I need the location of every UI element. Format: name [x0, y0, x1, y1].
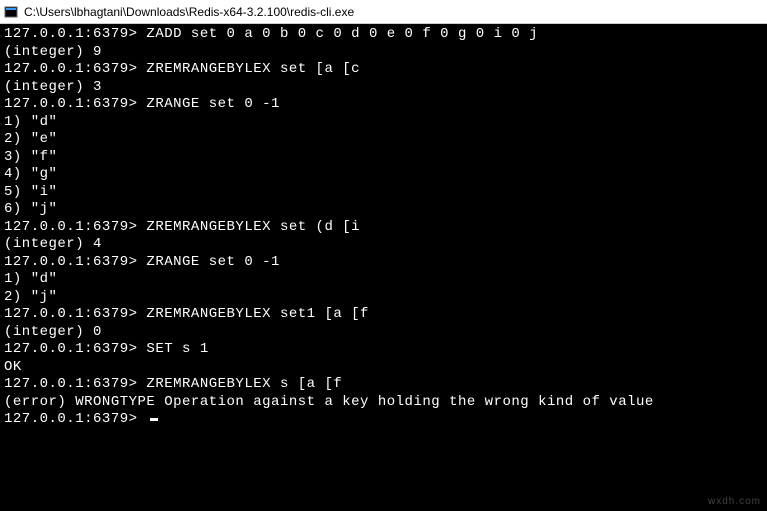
window-title-bar[interactable]: C:\Users\lbhagtani\Downloads\Redis-x64-3…	[0, 0, 767, 24]
terminal-line: 3) "f"	[4, 149, 763, 167]
terminal-line: 2) "e"	[4, 131, 763, 149]
terminal-line: 6) "j"	[4, 201, 763, 219]
terminal-line: 5) "i"	[4, 184, 763, 202]
terminal-line: 127.0.0.1:6379> ZRANGE set 0 -1	[4, 96, 763, 114]
terminal-line: OK	[4, 359, 763, 377]
terminal-line: 127.0.0.1:6379> ZRANGE set 0 -1	[4, 254, 763, 272]
terminal-line: 1) "d"	[4, 271, 763, 289]
terminal-line: 127.0.0.1:6379> ZADD set 0 a 0 b 0 c 0 d…	[4, 26, 763, 44]
terminal-line: 127.0.0.1:6379>	[4, 411, 763, 429]
terminal-line: 127.0.0.1:6379> ZREMRANGEBYLEX set (d [i	[4, 219, 763, 237]
app-icon	[4, 5, 18, 19]
terminal-line: 127.0.0.1:6379> SET s 1	[4, 341, 763, 359]
watermark: wxdh.com	[708, 496, 761, 507]
terminal-line: (integer) 0	[4, 324, 763, 342]
terminal-line: 127.0.0.1:6379> ZREMRANGEBYLEX s [a [f	[4, 376, 763, 394]
terminal-line: 1) "d"	[4, 114, 763, 132]
terminal-output[interactable]: 127.0.0.1:6379> ZADD set 0 a 0 b 0 c 0 d…	[0, 24, 767, 511]
terminal-line: (integer) 4	[4, 236, 763, 254]
terminal-line: 4) "g"	[4, 166, 763, 184]
terminal-line: 2) "j"	[4, 289, 763, 307]
terminal-line: 127.0.0.1:6379> ZREMRANGEBYLEX set [a [c	[4, 61, 763, 79]
terminal-line: (integer) 9	[4, 44, 763, 62]
terminal-line: (error) WRONGTYPE Operation against a ke…	[4, 394, 763, 412]
cursor	[150, 418, 158, 421]
terminal-line: (integer) 3	[4, 79, 763, 97]
window-title: C:\Users\lbhagtani\Downloads\Redis-x64-3…	[24, 5, 354, 19]
terminal-line: 127.0.0.1:6379> ZREMRANGEBYLEX set1 [a […	[4, 306, 763, 324]
